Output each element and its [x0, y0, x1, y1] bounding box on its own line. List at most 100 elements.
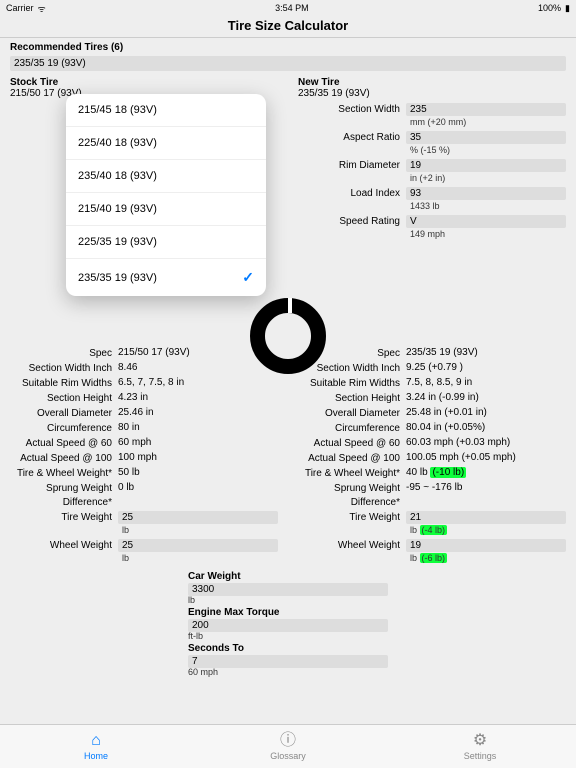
spec-value: 3.24 in (-0.99 in) — [406, 392, 566, 403]
tab-settings[interactable]: ⚙ Settings — [384, 725, 576, 768]
dropdown-item[interactable]: 225/40 18 (93V) — [66, 127, 266, 160]
spec-value: 0 lb — [118, 482, 278, 493]
spec-label: Circumference — [298, 422, 406, 436]
dropdown-item[interactable]: 225/35 19 (93V) — [66, 226, 266, 259]
spec-label: Tire & Wheel Weight* — [298, 467, 406, 481]
dropdown-item-label: 235/40 18 (93V) — [78, 170, 157, 182]
spec-value: 100.05 mph (+0.05 mph) — [406, 452, 566, 463]
spec-value: 40 lb (-10 lb) — [406, 467, 566, 478]
spec-label: Overall Diameter — [10, 407, 118, 421]
rimDiameter-label: Rim Diameter — [298, 159, 406, 173]
spec-value: 60.03 mph (+0.03 mph) — [406, 437, 566, 448]
wheelWeight-label: Wheel Weight — [10, 539, 118, 553]
spec-value: 100 mph — [118, 452, 278, 463]
tireWeight-input[interactable]: 21 — [406, 511, 566, 524]
spec-label: Suitable Rim Widths — [10, 377, 118, 391]
carrier-label: Carrier — [6, 3, 34, 13]
tab-bar: ⌂ Home ⓘ Glossary ⚙ Settings — [0, 724, 576, 768]
recommended-dropdown[interactable]: 235/35 19 (93V) — [10, 56, 566, 71]
wheelWeight-sub: lb (-6 lb) — [406, 552, 566, 566]
spec-label: Suitable Rim Widths — [298, 377, 406, 391]
spec-value: 50 lb — [118, 467, 278, 478]
dropdown-item-label: 215/45 18 (93V) — [78, 104, 157, 116]
status-bar: Carrier ᯤ 3:54 PM 100% ▮ — [0, 0, 576, 16]
rimDiameter-sub: in (+2 in) — [406, 172, 566, 186]
wheelWeight-input[interactable]: 25 — [118, 539, 278, 552]
spec-label: Spec — [10, 347, 118, 361]
tireWeight-label: Tire Weight — [10, 511, 118, 525]
gear-icon: ⚙ — [473, 733, 487, 749]
aspectRatio-sub: % (-15 %) — [406, 144, 566, 158]
tireWeight-sub: lb (-4 lb) — [406, 524, 566, 538]
aspectRatio-label: Aspect Ratio — [298, 131, 406, 145]
wheelWeight-label: Wheel Weight — [298, 539, 406, 553]
spec-value: 25.48 in (+0.01 in) — [406, 407, 566, 418]
spec-label: Actual Speed @ 60 — [298, 437, 406, 451]
dropdown-item-label: 235/35 19 (93V) — [78, 272, 157, 284]
wheelWeight-input[interactable]: 19 — [406, 539, 566, 552]
spec-value: 25.46 in — [118, 407, 278, 418]
tireWeight-sub: lb — [118, 524, 278, 538]
sectionWidth-sub: mm (+20 mm) — [406, 116, 566, 130]
aspectRatio-input[interactable]: 35 — [406, 131, 566, 144]
speedRating-sub: 149 mph — [406, 228, 566, 242]
spec-label: Sprung Weight Difference* — [298, 482, 406, 510]
spec-label: Actual Speed @ 100 — [10, 452, 118, 466]
info-icon: ⓘ — [280, 733, 296, 749]
spec-value: 8.46 — [118, 362, 278, 373]
tireWeight-label: Tire Weight — [298, 511, 406, 525]
wheelWeight-sub: lb — [118, 552, 278, 566]
loadIndex-input[interactable]: 93 — [406, 187, 566, 200]
speedRating-input[interactable]: V — [406, 215, 566, 228]
secondsTo-sub: 60 mph — [188, 667, 388, 677]
loadIndex-sub: 1433 lb — [406, 200, 566, 214]
tireWeight-input[interactable]: 25 — [118, 511, 278, 524]
spec-label: Section Width Inch — [10, 362, 118, 376]
spec-value: 60 mph — [118, 437, 278, 448]
spec-label: Section Width Inch — [298, 362, 406, 376]
tab-home[interactable]: ⌂ Home — [0, 725, 192, 768]
spec-label: Actual Speed @ 100 — [298, 452, 406, 466]
stock-tire-header: Stock Tire — [10, 77, 278, 88]
battery-icon: ▮ — [565, 3, 570, 14]
dropdown-item-label: 215/40 19 (93V) — [78, 203, 157, 215]
recommended-label: Recommended Tires (6) — [10, 42, 566, 53]
dropdown-item[interactable]: 235/40 18 (93V) — [66, 160, 266, 193]
tab-glossary[interactable]: ⓘ Glossary — [192, 725, 384, 768]
spec-label: Overall Diameter — [298, 407, 406, 421]
rimDiameter-input[interactable]: 19 — [406, 159, 566, 172]
engineTorque-label: Engine Max Torque — [188, 607, 388, 618]
clock: 3:54 PM — [275, 3, 309, 13]
sectionWidth-input[interactable]: 235 — [406, 103, 566, 116]
spec-value: 6.5, 7, 7.5, 8 in — [118, 377, 278, 388]
spec-label: Circumference — [10, 422, 118, 436]
spec-value: 9.25 (+0.79 ) — [406, 362, 566, 373]
new-tire-sub: 235/35 19 (93V) — [298, 88, 566, 99]
spec-value: 80 in — [118, 422, 278, 433]
battery-percent: 100% — [538, 3, 561, 13]
carWeight-label: Car Weight — [188, 571, 388, 582]
new-tire-header: New Tire — [298, 77, 566, 88]
wifi-icon: ᯤ — [38, 2, 46, 15]
dropdown-item-label: 225/40 18 (93V) — [78, 137, 157, 149]
spec-value: 235/35 19 (93V) — [406, 347, 566, 358]
dropdown-item[interactable]: 235/35 19 (93V)✓ — [66, 259, 266, 296]
dropdown-popup: 215/45 18 (93V) 225/40 18 (93V) 235/40 18 … — [66, 94, 266, 296]
dropdown-item[interactable]: 215/45 18 (93V) — [66, 94, 266, 127]
carWeight-sub: lb — [188, 595, 388, 605]
tab-settings-label: Settings — [464, 751, 497, 761]
tire-visual-icon — [250, 298, 326, 374]
spec-label: Section Height — [298, 392, 406, 406]
loadIndex-label: Load Index — [298, 187, 406, 201]
spec-label: Sprung Weight Difference* — [10, 482, 118, 510]
dropdown-item-label: 225/35 19 (93V) — [78, 236, 157, 248]
tab-home-label: Home — [84, 751, 108, 761]
engineTorque-sub: ft-lb — [188, 631, 388, 641]
dropdown-item[interactable]: 215/40 19 (93V) — [66, 193, 266, 226]
sectionWidth-label: Section Width — [298, 103, 406, 117]
home-icon: ⌂ — [91, 733, 101, 749]
spec-value: 80.04 in (+0.05%) — [406, 422, 566, 433]
spec-value: 4.23 in — [118, 392, 278, 403]
spec-label: Actual Speed @ 60 — [10, 437, 118, 451]
spec-label: Tire & Wheel Weight* — [10, 467, 118, 481]
